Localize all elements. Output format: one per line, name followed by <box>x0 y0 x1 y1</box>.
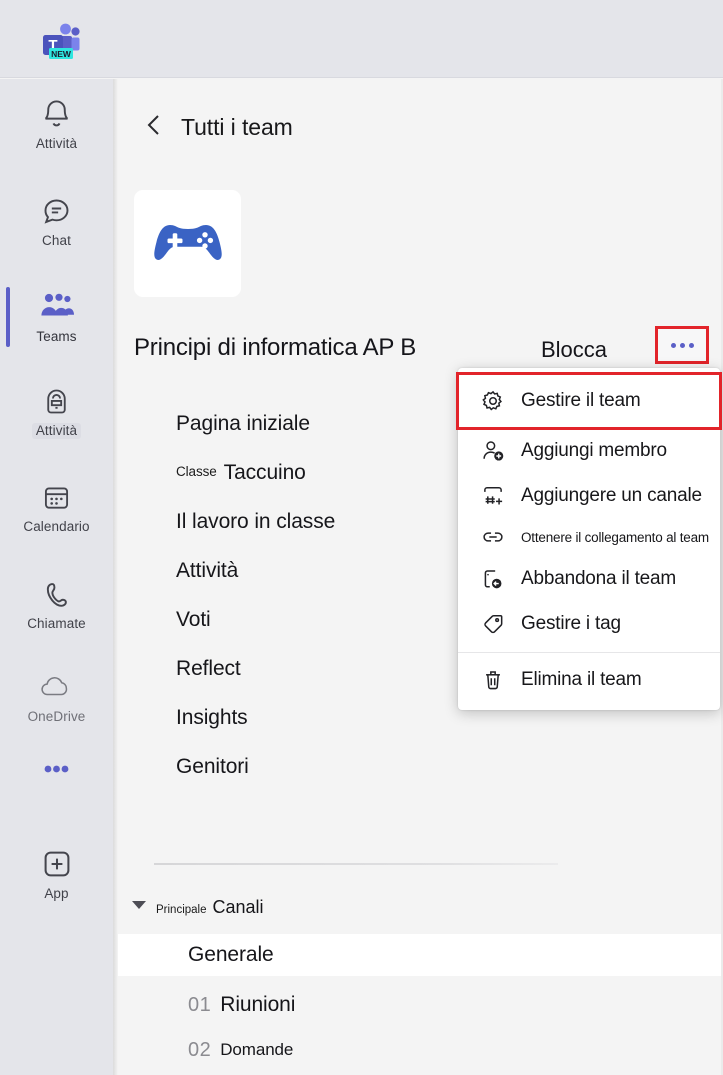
sidebar-item-label: Calendario <box>23 519 90 534</box>
sidebar-item-chat[interactable]: Chat <box>0 192 113 249</box>
menu-item-label: Gestire il team <box>521 390 641 411</box>
menu-item-label: Abbandona il team <box>521 567 677 589</box>
menu-item-aggiungi-membro[interactable]: Aggiungi membro <box>458 428 720 473</box>
menu-item-label: Elimina il team <box>521 668 642 690</box>
sidebar-item-label: App <box>44 886 69 901</box>
sidebar-item-more[interactable] <box>0 750 113 791</box>
sidebar-item-chiamate[interactable]: Chiamate <box>0 575 113 632</box>
menu-item-gestire-i-tag[interactable]: Gestire i tag <box>458 601 720 646</box>
page-title: Principi di informatica AP B <box>134 334 417 361</box>
nav-item-label: Il lavoro in classe <box>176 509 336 533</box>
channel-row-generale[interactable]: Generale <box>118 934 723 976</box>
sidebar-item-label: Chat <box>42 233 71 248</box>
game-controller-icon <box>148 211 228 276</box>
add-person-icon <box>480 438 510 464</box>
nav-item-prefix: Classe <box>176 464 217 479</box>
team-avatar <box>134 190 241 297</box>
sidebar-item-onedrive[interactable]: OneDrive <box>0 668 113 725</box>
nav-item-label: Insights <box>176 705 248 729</box>
back-to-all-teams[interactable]: Tutti i team <box>144 112 293 143</box>
channel-name: Riunioni <box>220 993 296 1016</box>
channel-row-riunioni[interactable]: 01 Riunioni <box>118 984 723 1026</box>
channel-number: 01 <box>188 993 212 1016</box>
app-top-bar: T NEW <box>0 0 723 78</box>
sidebar-item-app[interactable]: App <box>0 845 113 902</box>
menu-item-label: Aggiungere un canale <box>521 484 702 506</box>
menu-item-label: Ottenere il collegamento al team <box>521 529 709 545</box>
channel-row-domande[interactable]: 02 Domande <box>118 1029 723 1071</box>
chat-icon <box>0 192 113 230</box>
section-divider <box>154 863 558 865</box>
calendar-icon <box>0 478 113 516</box>
bell-icon <box>0 95 113 133</box>
link-icon <box>480 524 510 550</box>
nav-item-label: Reflect <box>176 656 241 680</box>
nav-item-label: Voti <box>176 607 211 631</box>
nav-item-genitori[interactable]: Genitori <box>118 742 578 791</box>
nav-item-label: Attività <box>176 558 239 582</box>
team-more-options-button[interactable] <box>655 326 709 364</box>
plus-box-icon <box>0 845 113 883</box>
ellipsis-icon <box>670 342 676 348</box>
chevron-down-icon <box>132 901 146 909</box>
tag-icon <box>480 611 510 637</box>
chevron-left-icon <box>144 112 164 143</box>
menu-item-label: Gestire i tag <box>521 612 621 634</box>
trash-icon <box>480 667 510 693</box>
sidebar-item-label: Attività <box>35 136 78 151</box>
menu-item-aggiungere-un-canale[interactable]: Aggiungere un canale <box>458 473 720 518</box>
add-channel-icon <box>480 483 510 509</box>
team-context-menu: Gestire il team Aggiungi membro Aggiunge… <box>456 368 722 710</box>
microsoft-teams-logo-icon: T NEW <box>33 18 83 64</box>
sidebar-item-label: Teams <box>36 329 77 344</box>
channel-number: 02 <box>188 1038 212 1061</box>
nav-item-label: Genitori <box>176 754 249 778</box>
sidebar-item-calendario[interactable]: Calendario <box>0 478 113 535</box>
nav-item-label: Taccuino <box>223 460 306 484</box>
logo-new-badge: NEW <box>51 49 72 59</box>
more-dots-icon <box>0 750 113 788</box>
leave-icon <box>480 566 510 592</box>
gear-icon <box>480 388 510 414</box>
sidebar-item-attivita-assignments[interactable]: Attività <box>0 382 113 439</box>
menu-item-ottenere-il-collegamento-al-team[interactable]: Ottenere il collegamento al team <box>458 518 720 556</box>
channels-section-header[interactable]: Principale Canali <box>118 897 264 918</box>
blocca-label[interactable]: Blocca <box>541 337 607 363</box>
channels-label: Canali <box>212 897 264 917</box>
sidebar-item-teams[interactable]: Teams <box>0 288 113 345</box>
menu-item-abbandona-il-team[interactable]: Abbandona il team <box>458 556 720 601</box>
menu-item-label: Aggiungi membro <box>521 439 667 461</box>
sidebar-item-label: Chiamate <box>27 616 86 631</box>
teams-people-icon <box>0 288 113 326</box>
menu-item-gestire-il-team[interactable]: Gestire il team <box>456 372 722 430</box>
cloud-icon <box>0 668 113 706</box>
sidebar-item-label: OneDrive <box>27 709 86 724</box>
channels-small-label: Principale <box>156 904 207 916</box>
back-label: Tutti i team <box>181 114 293 140</box>
backpack-icon <box>0 382 113 420</box>
phone-icon <box>0 575 113 613</box>
ellipsis-icon <box>688 342 694 348</box>
ellipsis-icon <box>679 342 685 348</box>
sidebar-item-label: Attività <box>31 423 82 439</box>
menu-item-elimina-il-team[interactable]: Elimina il team <box>458 657 720 702</box>
channel-name: Domande <box>220 1040 294 1059</box>
menu-divider <box>458 652 720 653</box>
channel-name: Generale <box>188 943 274 966</box>
sidebar-item-attivita-feed[interactable]: Attività <box>0 95 113 152</box>
nav-item-label: Pagina iniziale <box>176 411 310 435</box>
